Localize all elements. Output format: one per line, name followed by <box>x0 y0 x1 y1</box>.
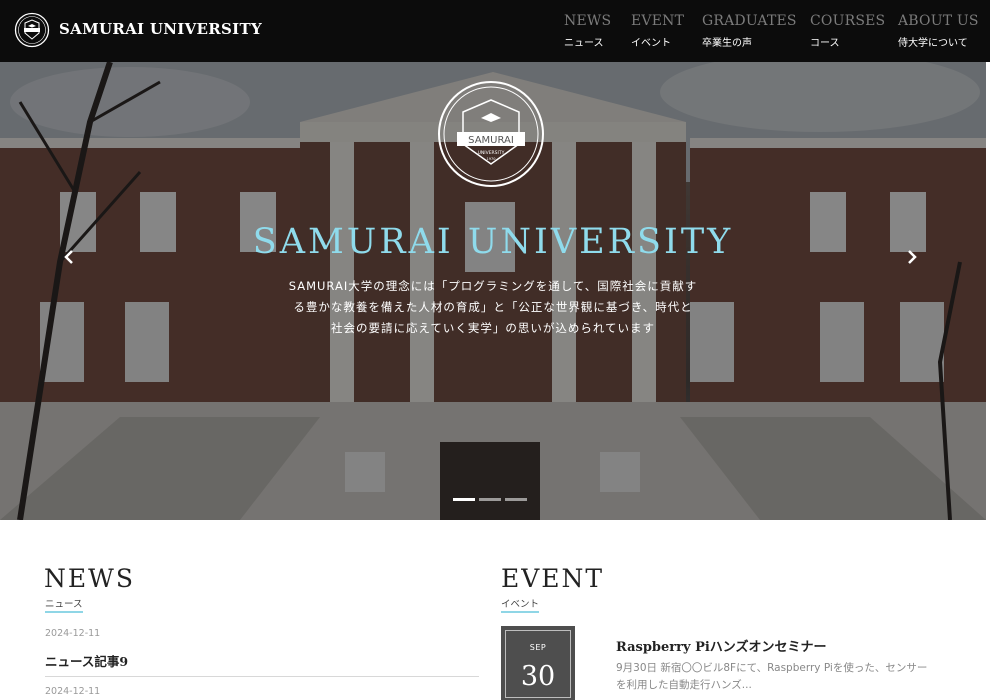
news-section-title: NEWS <box>44 564 135 593</box>
emblem-year: 1970 <box>487 157 496 161</box>
nav-news[interactable]: NEWS ニュース <box>564 13 611 53</box>
hero-title: SAMURAI UNIVERSITY <box>252 222 734 262</box>
event-item-title[interactable]: Raspberry Piハンズオンセミナー <box>616 636 827 655</box>
emblem-sub: UNIVERSITY <box>478 150 505 156</box>
hero-line: る豊かな教養を備えた人材の育成」と「公正な世界観に基づき、時代と <box>293 300 693 314</box>
news-date: 2024-12-11 <box>45 628 101 639</box>
nav-label-ja: コース <box>810 38 840 49</box>
nav-label-en: NEWS <box>564 13 612 29</box>
event-day: 30 <box>520 661 556 692</box>
carousel-indicator[interactable] <box>505 498 527 501</box>
carousel-next-button[interactable] <box>902 249 922 269</box>
hero-description: SAMURAI大学の理念には「プログラミングを通して、国際社会に貢献す る豊かな… <box>0 276 986 339</box>
university-emblem-icon: SAMURAI UNIVERSITY 1970 <box>438 81 544 187</box>
nav-label-en: EVENT <box>631 13 685 29</box>
news-divider <box>45 676 479 677</box>
nav-courses[interactable]: COURSES コース <box>810 13 885 53</box>
nav-label-ja: 侍大学について <box>898 38 968 49</box>
event-item-description: 9月30日 新宿〇〇ビル8Fにて、Raspberry Piを使った、センサーを利… <box>616 662 928 691</box>
news-item-title[interactable]: ニュース記事9 <box>45 651 128 670</box>
event-date-frame: SEP 30 <box>505 630 571 698</box>
chevron-right-icon <box>908 250 917 264</box>
nav-label-en: GRADUATES <box>702 13 797 29</box>
hero-carousel: SAMURAI UNIVERSITY 1970 SAMURAI UNIVERSI… <box>0 62 986 520</box>
carousel-indicator[interactable] <box>479 498 501 501</box>
university-logo-icon[interactable] <box>14 12 50 48</box>
event-section-subtitle: イベント <box>501 596 540 613</box>
nav-event[interactable]: EVENT イベント <box>631 13 684 53</box>
event-month: SEP <box>529 643 547 652</box>
event-date-box[interactable]: SEP 30 <box>501 626 575 700</box>
nav-about-us[interactable]: ABOUT US 侍大学について <box>898 13 979 53</box>
carousel-prev-button[interactable] <box>59 249 79 269</box>
news-section-subtitle: ニュース <box>45 596 83 613</box>
hero-line: SAMURAI大学の理念には「プログラミングを通して、国際社会に貢献す <box>288 279 698 293</box>
hero-line: 社会の要請に応えていく実学」の思いが込められています <box>330 321 656 335</box>
carousel-indicator-active[interactable] <box>453 498 475 501</box>
chevron-left-icon <box>64 250 73 264</box>
emblem-text: SAMURAI <box>468 135 514 146</box>
nav-graduates[interactable]: GRADUATES 卒業生の声 <box>702 13 797 53</box>
nav-label-ja: 卒業生の声 <box>702 38 752 49</box>
news-date: 2024-12-11 <box>45 686 101 697</box>
nav-label-en: COURSES <box>810 13 886 29</box>
site-header: SAMURAI UNIVERSITY NEWS ニュース EVENT イベント … <box>0 0 990 62</box>
site-name[interactable]: SAMURAI UNIVERSITY <box>59 20 262 38</box>
nav-label-ja: イベント <box>631 38 671 49</box>
nav-label-ja: ニュース <box>564 38 604 49</box>
nav-label-en: ABOUT US <box>898 13 979 29</box>
event-section-title: EVENT <box>501 564 605 593</box>
